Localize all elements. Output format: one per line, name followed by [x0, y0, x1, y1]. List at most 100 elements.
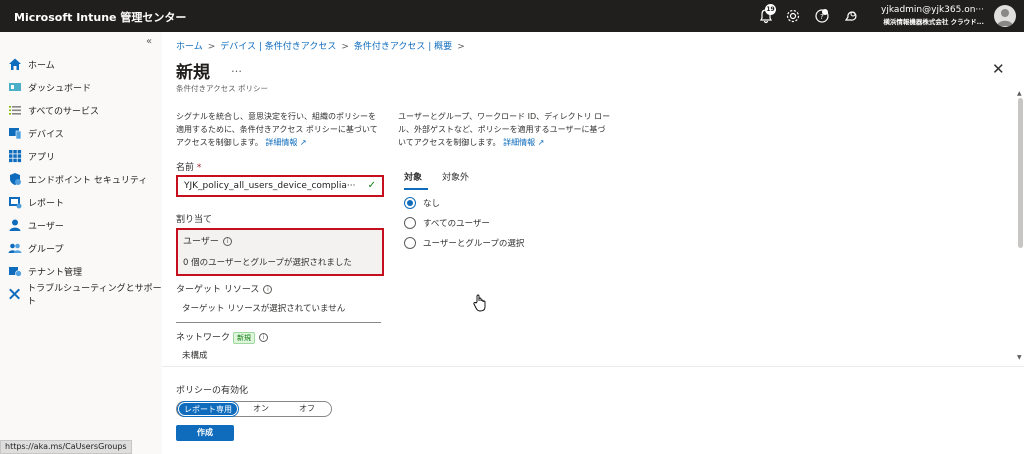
option-report-only[interactable]: レポート専用 [177, 401, 239, 417]
breadcrumb: ホーム > デバイス | 条件付きアクセス > 条件付きアクセス | 概要 > [176, 39, 470, 52]
radio-select-users-groups[interactable]: ユーザーとグループの選択 [404, 236, 524, 250]
tools-icon [9, 288, 21, 300]
page-subtitle: 条件付きアクセス ポリシー [176, 84, 269, 93]
sidebar-item-endpoint-security[interactable]: エンドポイント セキュリティ [8, 169, 147, 189]
radio-selected-icon [404, 197, 416, 209]
section-divider [176, 322, 381, 323]
option-on[interactable]: オン [241, 402, 281, 416]
scroll-down-icon[interactable]: ▼ [1017, 354, 1022, 361]
sidebar-item-users[interactable]: ユーザー [8, 215, 64, 235]
user-avatar-icon [997, 9, 1013, 26]
enable-policy-toggle: レポート専用 オン オフ [176, 401, 332, 417]
sidebar-item-label: トラブルシューティングとサポート [27, 284, 162, 307]
required-mark: * [196, 163, 202, 173]
target-resources-link[interactable]: ターゲット リソースが選択されていません [182, 302, 345, 314]
account-info[interactable]: yjkadmin@yjk365.on··· 横浜情報機器株式会社 クラウド... [881, 4, 984, 27]
scroll-up-icon[interactable]: ▲ [1017, 90, 1022, 97]
radio-empty-icon [404, 237, 416, 249]
main-panel: ホーム > デバイス | 条件付きアクセス > 条件付きアクセス | 概要 > 新規 … … [162, 32, 1024, 454]
intro-right-text: ユーザーとグループ、ワークロード ID、ディレクトリ ロー ル、外部ゲストなど、… [398, 112, 611, 147]
checkmark-icon: ✓ [367, 180, 376, 191]
learn-more-link[interactable]: 詳細情報 [265, 138, 297, 147]
footer: ポリシーの有効化 レポート専用 オン オフ 作成 [162, 366, 1024, 454]
breadcrumb-ca-overview[interactable]: 条件付きアクセス | 概要 [354, 42, 452, 52]
sidebar: « ホーム ダッシュボード すべてのサービス デバイス アプリ エンドポイント … [0, 32, 162, 454]
chevron-right-icon: > [341, 42, 349, 52]
breadcrumb-home[interactable]: ホーム [176, 42, 203, 52]
sidebar-item-all-services[interactable]: すべてのサービス [8, 100, 99, 120]
list-icon [9, 106, 21, 115]
sidebar-item-label: グループ [28, 244, 64, 255]
collapse-sidebar-icon[interactable]: « [146, 36, 152, 47]
radio-empty-icon [404, 217, 416, 229]
info-icon[interactable]: i [222, 237, 232, 246]
chevron-right-icon: > [457, 42, 465, 52]
users-assignment-section[interactable]: ユーザー i 0 個のユーザーとグループが選択されました [176, 228, 384, 276]
sidebar-item-apps[interactable]: アプリ [8, 146, 55, 166]
users-label: ユーザー i [183, 234, 232, 247]
sidebar-item-label: ホーム [28, 60, 55, 71]
help-icon[interactable]: ? [813, 7, 831, 25]
radio-none[interactable]: なし [404, 196, 440, 210]
sidebar-item-devices[interactable]: デバイス [8, 123, 64, 143]
policy-name-value: YJK_policy_all_users_device_complia··· [184, 181, 356, 191]
sidebar-item-troubleshooting[interactable]: トラブルシューティングとサポート [8, 284, 162, 307]
tab-include[interactable]: 対象 [404, 170, 422, 183]
app-title[interactable]: Microsoft Intune 管理センター [14, 9, 186, 25]
name-label: 名前 * [176, 163, 202, 173]
tab-exclude[interactable]: 対象外 [442, 170, 469, 183]
sidebar-item-home[interactable]: ホーム [8, 54, 55, 74]
radio-all-users[interactable]: すべてのユーザー [404, 216, 490, 230]
shield-icon [10, 173, 21, 185]
option-off[interactable]: オフ [287, 402, 327, 416]
policy-name-field[interactable]: YJK_policy_all_users_device_complia··· ✓ [176, 175, 384, 197]
close-icon[interactable]: ✕ [992, 60, 1005, 78]
intro-left-text: シグナルを統合し、意思決定を行い、組織のポリシーを 適用するために、条件付きアク… [176, 112, 378, 147]
notification-count-badge: 19 [765, 4, 776, 15]
status-bar-url: https://aka.ms/CaUsersGroups [0, 440, 132, 454]
home-icon [9, 58, 21, 70]
more-options-button[interactable]: … [231, 62, 242, 75]
learn-more-link[interactable]: 詳細情報 [503, 138, 535, 147]
info-icon[interactable]: i [259, 333, 269, 342]
sidebar-item-dashboard[interactable]: ダッシュボード [8, 77, 91, 97]
enable-policy-label: ポリシーの有効化 [176, 386, 249, 396]
sidebar-item-groups[interactable]: グループ [8, 238, 63, 258]
target-resources-label: ターゲット リソース i [176, 282, 273, 295]
apps-grid-icon [9, 150, 22, 163]
sidebar-item-label: デバイス [28, 129, 64, 140]
hand-cursor-icon [473, 294, 486, 312]
create-button[interactable]: 作成 [176, 425, 234, 441]
sidebar-item-label: レポート [28, 198, 65, 209]
sidebar-item-label: アプリ [28, 152, 56, 163]
top-bar: Microsoft Intune 管理センター 19 ? yjkadmin@yj… [0, 0, 1024, 32]
gear-icon[interactable] [784, 7, 802, 25]
reports-icon [9, 197, 22, 209]
avatar[interactable] [994, 5, 1016, 27]
feedback-icon[interactable] [842, 7, 860, 25]
user-icon [9, 219, 21, 231]
assignments-heading: 割り当て [176, 215, 213, 225]
groups-icon [8, 243, 22, 253]
external-link-icon: ↗ [299, 138, 307, 147]
sidebar-item-label: すべてのサービス [28, 106, 100, 117]
svg-text:?: ? [820, 13, 824, 21]
page-title: 新規 [176, 63, 210, 83]
dashboard-icon [9, 83, 21, 91]
network-link[interactable]: 未構成 [182, 349, 208, 361]
scrollbar-thumb[interactable] [1018, 98, 1023, 248]
sidebar-item-label: ユーザー [28, 221, 64, 232]
sidebar-item-label: エンドポイント セキュリティ [28, 175, 148, 186]
active-tab-indicator [404, 188, 428, 190]
account-email: yjkadmin@yjk365.on··· [881, 5, 984, 15]
breadcrumb-devices-ca[interactable]: デバイス | 条件付きアクセス [220, 42, 336, 52]
sidebar-item-reports[interactable]: レポート [8, 192, 64, 212]
info-icon[interactable]: i [263, 285, 273, 294]
users-selection-link[interactable]: 0 個のユーザーとグループが選択されました [183, 256, 352, 268]
sidebar-item-tenant-admin[interactable]: テナント管理 [8, 261, 82, 281]
chevron-right-icon: > [207, 42, 216, 52]
sidebar-item-label: テナント管理 [28, 267, 83, 278]
devices-icon [9, 128, 22, 140]
sidebar-item-label: ダッシュボード [28, 83, 92, 94]
network-label: ネットワーク 新規 i [176, 330, 269, 344]
